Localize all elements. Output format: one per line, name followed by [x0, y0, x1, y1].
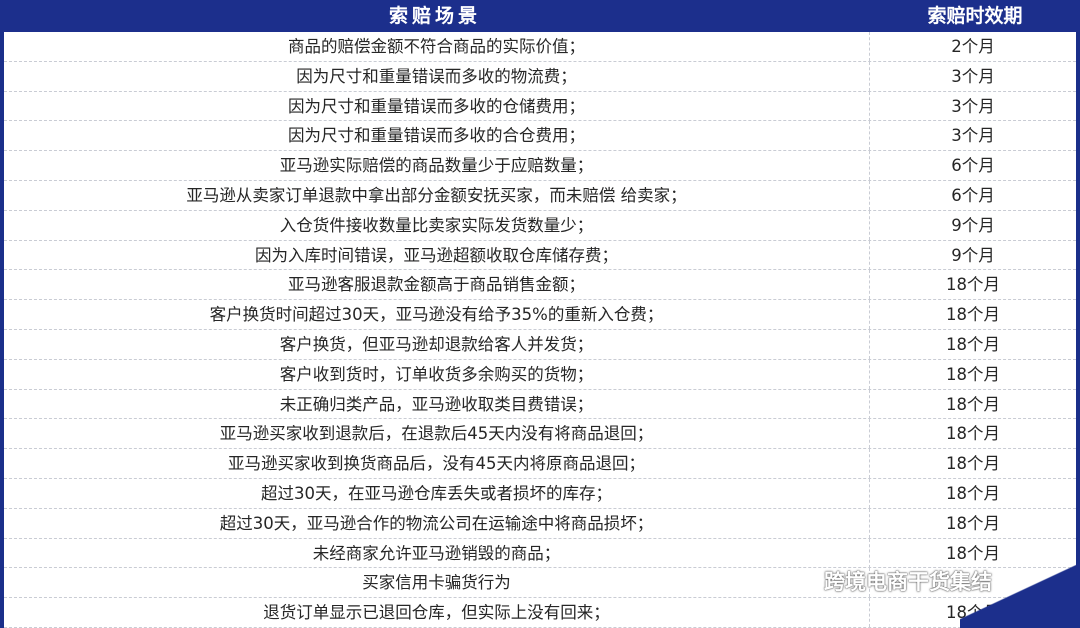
cell-period: 18个月 — [946, 454, 1000, 474]
table-row: 亚马逊客服退款金额高于商品销售金额； 18个月 — [4, 270, 1076, 301]
table-row: 未正确归类产品，亚马逊收取类目费错误； 18个月 — [4, 389, 1076, 420]
header-period: 索赔时效期 — [927, 5, 1023, 27]
table-row: 超过30天，在亚马逊仓库丢失或者损坏的库存； 18个月 — [4, 478, 1076, 509]
cell-period: 3个月 — [951, 66, 995, 86]
cell-period: 2个月 — [951, 37, 995, 56]
table-row: 入仓货件接收数量比卖家实际发货数量少； 9个月 — [4, 210, 1076, 241]
watermark-text: 跨境电商干货集结 — [824, 570, 992, 594]
cell-period: 6个月 — [951, 185, 995, 205]
cell-scenario: 因为尺寸和重量错误而多收的合仓费用； — [4, 121, 870, 151]
cell-scenario: 客户收到货时，订单收货多余购买的货物； — [4, 359, 870, 389]
cell-scenario: 超过30天，在亚马逊仓库丢失或者损坏的库存； — [4, 478, 870, 508]
cell-period: 18个月 — [946, 394, 1000, 414]
table-header: 索赔场景 索赔时效期 — [0, 0, 1080, 32]
table-row: 因为入库时间错误，亚马逊超额收取仓库储存费； 9个月 — [4, 240, 1076, 271]
cell-scenario: 超过30天，亚马逊合作的物流公司在运输途中将商品损坏； — [4, 508, 870, 538]
table-row: 因为尺寸和重量错误而多收的仓储费用； 3个月 — [4, 91, 1076, 122]
cell-scenario: 亚马逊从卖家订单退款中拿出部分金额安抚买家，而未赔偿 给卖家； — [4, 180, 870, 210]
header-scenario: 索赔场景 — [388, 5, 481, 27]
cell-period: 18个月 — [946, 305, 1000, 325]
table-row: 因为尺寸和重量错误而多收的物流费； 3个月 — [4, 61, 1076, 92]
cell-scenario: 客户换货，但亚马逊却退款给客人并发货； — [4, 329, 870, 359]
cell-scenario: 买家信用卡骗货行为 — [4, 568, 870, 598]
cell-period: 18个月 — [946, 334, 1000, 354]
cell-scenario: 客户换货时间超过30天，亚马逊没有给予35%的重新入仓费； — [4, 300, 870, 330]
cell-period: 18个月 — [946, 364, 1000, 384]
table-row: 商品的赔偿金额不符合商品的实际价值； 2个月 — [4, 32, 1076, 62]
cell-period: 18个月 — [946, 275, 1000, 295]
table-row: 退货订单显示已退回仓库，但实际上没有回来；18个月 — [4, 598, 1076, 628]
cell-scenario: 因为尺寸和重量错误而多收的物流费； — [4, 61, 870, 91]
cell-period: 9个月 — [951, 245, 995, 265]
cell-scenario: 未正确归类产品，亚马逊收取类目费错误； — [4, 389, 870, 419]
cell-scenario: 因为入库时间错误，亚马逊超额收取仓库储存费； — [4, 240, 870, 270]
table-row: 亚马逊从卖家订单退款中拿出部分金额安抚买家，而未赔偿 给卖家； 6个月 — [4, 180, 1076, 211]
table-row: 超过30天，亚马逊合作的物流公司在运输途中将商品损坏； 18个月 — [4, 508, 1076, 539]
table-row: 亚马逊买家收到退款后，在退款后45天内没有将商品退回； 18个月 — [4, 419, 1076, 450]
cell-period: 18个月 — [946, 424, 1000, 444]
cell-period: 6个月 — [951, 156, 995, 176]
cell-scenario: 商品的赔偿金额不符合商品的实际价值； — [4, 32, 870, 61]
cell-scenario: 因为尺寸和重量错误而多收的仓储费用； — [4, 91, 870, 121]
table-row: 亚马逊买家收到换货商品后，没有45天内将原商品退回； 18个月 — [4, 449, 1076, 479]
cell-scenario: 亚马逊买家收到换货商品后，没有45天内将原商品退回； — [4, 449, 870, 479]
table-body: 商品的赔偿金额不符合商品的实际价值； 2个月因为尺寸和重量错误而多收的物流费； 3个… — [4, 32, 1076, 628]
table-row: 亚马逊实际赔偿的商品数量少于应赔数量； 6个月 — [4, 151, 1076, 181]
cell-period: 18个月 — [946, 483, 1000, 503]
table-row: 因为尺寸和重量错误而多收的合仓费用； 3个月 — [4, 121, 1076, 152]
cell-scenario: 亚马逊实际赔偿的商品数量少于应赔数量； — [4, 151, 870, 181]
table-row: 客户换货时间超过30天，亚马逊没有给予35%的重新入仓费； 18个月 — [4, 300, 1076, 330]
watermark: 跨境电商干货集结 — [786, 564, 992, 598]
cell-scenario: 退货订单显示已退回仓库，但实际上没有回来； — [4, 598, 870, 628]
wechat-icon — [786, 567, 816, 595]
cell-scenario: 入仓货件接收数量比卖家实际发货数量少； — [4, 210, 870, 240]
table-row: 客户换货，但亚马逊却退款给客人并发货； 18个月 — [4, 329, 1076, 360]
table-row: 客户收到货时，订单收货多余购买的货物； 18个月 — [4, 359, 1076, 390]
cell-period: 3个月 — [951, 126, 995, 146]
cell-scenario: 未经商家允许亚马逊销毁的商品； — [4, 538, 870, 568]
cell-scenario: 亚马逊客服退款金额高于商品销售金额； — [4, 270, 870, 300]
cell-period: 3个月 — [951, 96, 995, 116]
cell-period: 9个月 — [951, 215, 995, 235]
cell-period: 18个月 — [946, 513, 1000, 533]
cell-scenario: 亚马逊买家收到退款后，在退款后45天内没有将商品退回； — [4, 419, 870, 449]
